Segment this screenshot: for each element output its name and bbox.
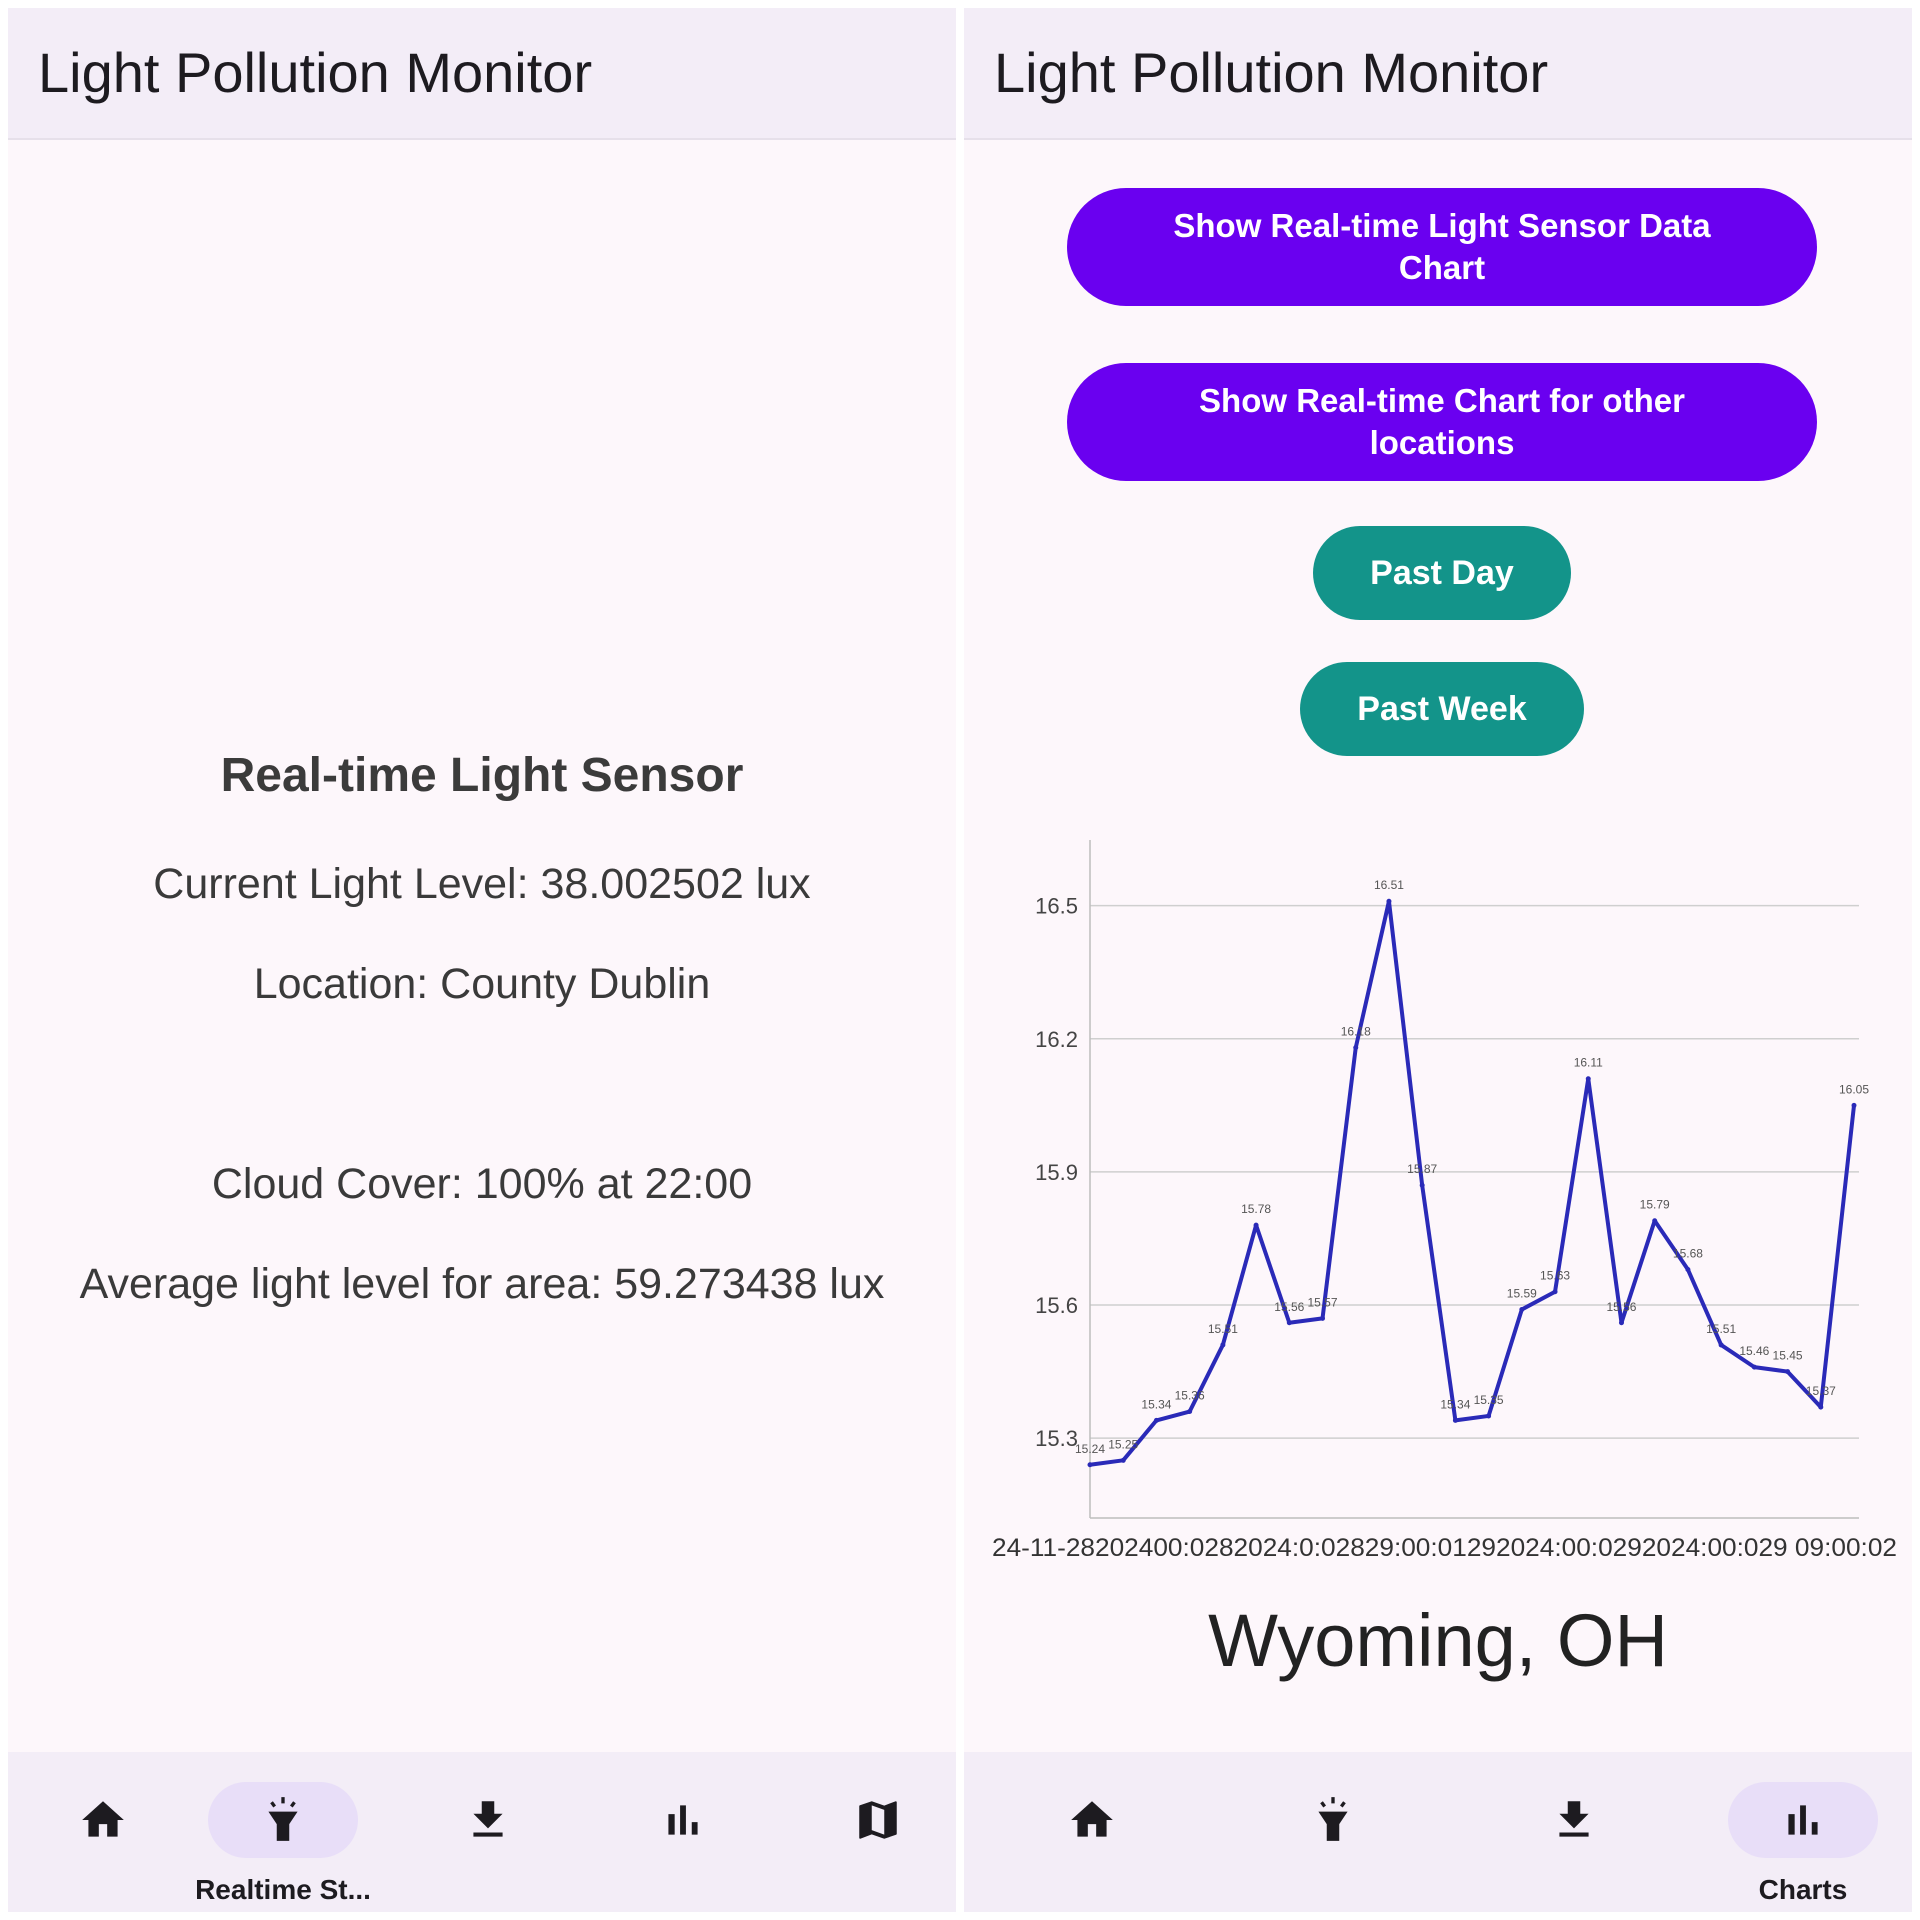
nav-label-charts: Charts: [1758, 1874, 1848, 1905]
data-label: 16.11: [1574, 1056, 1603, 1070]
data-label: 15.79: [1640, 1198, 1670, 1212]
data-label: 15.46: [1739, 1344, 1769, 1358]
map-icon: [859, 1801, 897, 1839]
nav-item-home[interactable]: [28, 1752, 178, 1912]
nav-item-realtime[interactable]: [1258, 1752, 1408, 1912]
data-point: [1585, 1076, 1591, 1082]
bottom-navigation: Realtime St...: [8, 1752, 956, 1912]
y-tick-label: 15.3: [1035, 1426, 1078, 1451]
nav-item-map[interactable]: [803, 1752, 953, 1912]
data-label: 16.18: [1341, 1025, 1371, 1039]
nav-item-download[interactable]: [1499, 1752, 1649, 1912]
data-label: 15.78: [1241, 1202, 1271, 1216]
top-app-bar: Light Pollution Monitor: [964, 8, 1912, 140]
data-label: 15.51: [1208, 1322, 1238, 1336]
show-realtime-sensor-chart-button[interactable]: Show Real-time Light Sensor Data Chart: [1067, 188, 1817, 306]
data-label: 15.56: [1274, 1300, 1304, 1314]
data-label: 15.45: [1773, 1349, 1803, 1363]
data-point: [1386, 898, 1392, 904]
data-label: 15.56: [1606, 1300, 1636, 1314]
data-label: 15.35: [1474, 1393, 1504, 1407]
nav-item-home[interactable]: [1017, 1752, 1167, 1912]
data-point: [1220, 1342, 1226, 1348]
chart-location-title: Wyoming, OH: [1208, 1599, 1668, 1682]
average-light-level: Average light level for area: 59.273438 …: [79, 1260, 885, 1308]
data-label: 15.57: [1308, 1295, 1338, 1309]
charts-screen: Light Pollution Monitor Show Real-time L…: [964, 8, 1912, 1912]
realtime-sensor-screen: Light Pollution Monitor Real-time Light …: [8, 8, 956, 1912]
y-tick-label: 16.2: [1035, 1027, 1078, 1052]
data-point: [1785, 1369, 1791, 1375]
top-app-bar: Light Pollution Monitor: [8, 8, 956, 140]
location-text: Location: County Dublin: [253, 960, 711, 1008]
flashlight-icon: [268, 1797, 298, 1841]
nav-item-realtime[interactable]: Realtime St...: [195, 1752, 371, 1912]
nav-item-download[interactable]: [413, 1752, 563, 1912]
y-tick-label: 15.6: [1035, 1293, 1078, 1318]
data-label: 15.36: [1175, 1389, 1205, 1403]
data-label: 15.68: [1673, 1247, 1703, 1261]
nav-label-realtime: Realtime St...: [195, 1874, 371, 1905]
show-other-locations-chart-button[interactable]: Show Real-time Chart for other locations: [1067, 363, 1817, 481]
past-week-button[interactable]: Past Week: [1300, 662, 1584, 756]
nav-item-charts[interactable]: [608, 1752, 758, 1912]
data-point: [1618, 1320, 1624, 1326]
light-level-line-chart: 15.3 15.6 15.9 16.2 16.5 15.24 15.25 15.34 15.36…: [992, 840, 1897, 1562]
data-label: 15.59: [1507, 1286, 1537, 1300]
current-light-level: Current Light Level: 38.002502 lux: [153, 860, 811, 908]
app-title: Light Pollution Monitor: [994, 41, 1549, 104]
data-point: [1652, 1218, 1658, 1224]
data-label: 15.24: [1075, 1442, 1105, 1456]
bar-chart-icon: [1788, 1805, 1818, 1835]
data-point: [1087, 1462, 1093, 1468]
data-label: 15.63: [1540, 1269, 1570, 1283]
y-tick-label: 15.9: [1035, 1160, 1078, 1185]
download-icon: [473, 1801, 503, 1837]
sensor-heading: Real-time Light Sensor: [220, 749, 744, 802]
data-label: 16.51: [1374, 878, 1404, 892]
data-point: [1286, 1320, 1292, 1326]
data-point: [1818, 1404, 1824, 1410]
data-label: 15.87: [1407, 1162, 1437, 1176]
data-point: [1320, 1315, 1326, 1321]
data-label: 15.34: [1141, 1397, 1171, 1411]
data-label: 15.37: [1806, 1384, 1836, 1398]
download-icon: [1559, 1801, 1589, 1837]
past-day-button[interactable]: Past Day: [1313, 526, 1571, 620]
data-point: [1153, 1417, 1159, 1423]
bottom-navigation: Charts: [964, 1752, 1912, 1912]
data-point: [1452, 1417, 1458, 1423]
data-point: [1851, 1102, 1857, 1108]
nav-item-charts[interactable]: Charts: [1728, 1752, 1878, 1912]
data-label: 15.51: [1706, 1322, 1736, 1336]
data-point: [1120, 1457, 1126, 1463]
home-icon: [82, 1801, 124, 1837]
data-label: 16.05: [1839, 1082, 1869, 1096]
data-point: [1419, 1182, 1425, 1188]
data-point: [1751, 1364, 1757, 1370]
app-title: Light Pollution Monitor: [38, 41, 593, 104]
data-point: [1187, 1409, 1193, 1415]
data-point: [1486, 1413, 1492, 1419]
data-point: [1718, 1342, 1724, 1348]
data-label: 15.25: [1108, 1437, 1138, 1451]
data-point: [1353, 1045, 1359, 1051]
series-line: [1089, 899, 1856, 1467]
bar-chart-icon: [668, 1805, 698, 1835]
data-label: 15.34: [1440, 1397, 1470, 1411]
flashlight-icon: [1318, 1797, 1348, 1841]
data-point: [1685, 1267, 1691, 1273]
home-icon: [1071, 1801, 1113, 1837]
data-point: [1552, 1289, 1558, 1295]
y-tick-label: 16.5: [1035, 894, 1078, 919]
data-point: [1253, 1222, 1259, 1228]
data-point: [1519, 1306, 1525, 1312]
x-tick-labels: 24-11-28202400:0282024:0:02829:00:012920…: [992, 1534, 1897, 1562]
cloud-cover-text: Cloud Cover: 100% at 22:00: [211, 1160, 753, 1208]
